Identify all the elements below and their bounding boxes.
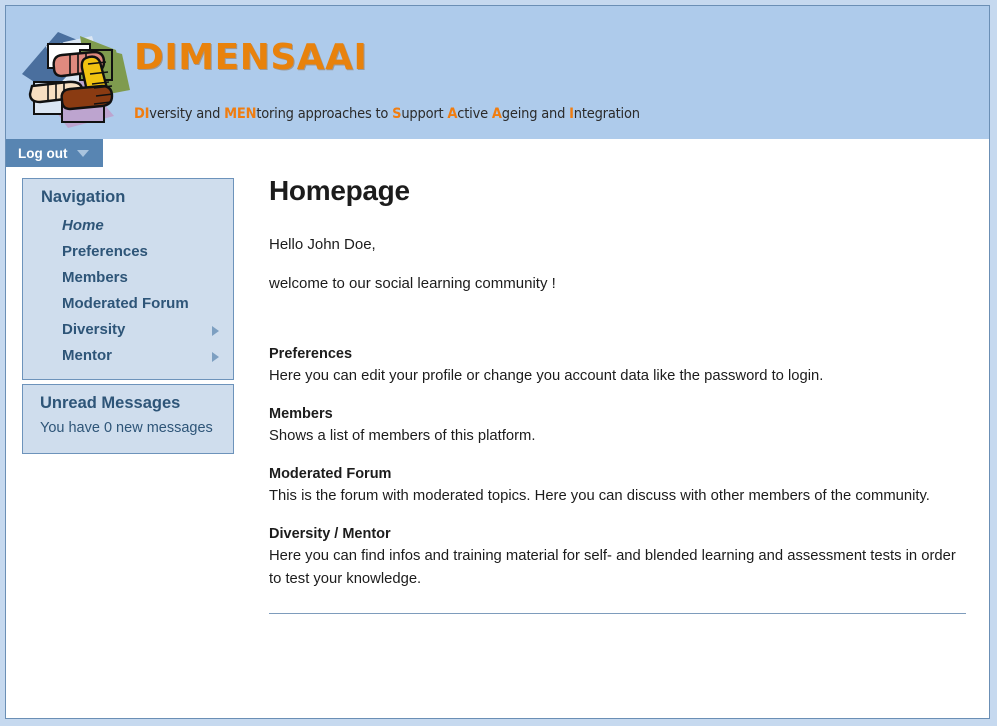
navigation-panel: Navigation Home Preferences Members Moderat…: [22, 178, 234, 380]
sidebar-item-home[interactable]: Home: [23, 213, 233, 239]
page-title: Homepage: [269, 175, 410, 206]
sidebar-item-label: Moderated Forum: [62, 295, 189, 312]
unread-messages-title: Unread Messages: [40, 394, 181, 412]
main-content: Homepage Hello John Doe, welcome to our …: [269, 167, 966, 614]
tagline-text: ntegration: [573, 106, 640, 122]
sidebar-item-label: Diversity: [62, 321, 126, 338]
chevron-right-icon: [212, 352, 219, 362]
tagline-text: upport: [401, 106, 448, 122]
sidebar-item-label: Home: [62, 217, 104, 234]
section-heading: Members: [269, 406, 333, 422]
section-list: Preferences Here you can edit your profil…: [269, 346, 965, 591]
tagline-highlight: S: [392, 106, 402, 122]
brand-block: DIMENSAAI DIversity and MENtoring approa…: [134, 36, 640, 122]
tagline-highlight: MEN: [224, 106, 257, 122]
body-area: Navigation Home Preferences Members Moderat…: [6, 167, 989, 718]
tagline-highlight: DI: [134, 106, 150, 122]
tagline-highlight: A: [491, 106, 502, 122]
content-divider: [269, 613, 966, 614]
content-section: Moderated Forum This is the forum with mo…: [269, 466, 965, 508]
section-body: Here you can edit your profile or change…: [269, 368, 824, 384]
tagline-text: ctive: [457, 106, 492, 122]
section-body: This is the forum with moderated topics.…: [269, 488, 930, 504]
four-hands-logo-icon: [18, 24, 136, 136]
unread-messages-text: You have 0 new messages: [40, 420, 213, 436]
content-section: Diversity / Mentor Here you can find info…: [269, 526, 965, 591]
tagline-highlight: A: [447, 106, 458, 122]
tagline-text: geing and: [501, 106, 570, 122]
brand-tagline: DIversity and MENtoring approaches to Su…: [134, 106, 640, 122]
page-frame: DIMENSAAI DIversity and MENtoring approa…: [5, 5, 990, 719]
section-heading: Diversity / Mentor: [269, 526, 391, 542]
tagline-text: toring: [256, 106, 294, 122]
chevron-down-icon: [77, 149, 90, 157]
sidebar-item-label: Preferences: [62, 243, 148, 260]
section-heading: Moderated Forum: [269, 466, 392, 482]
sidebar: Navigation Home Preferences Members Moderat…: [22, 178, 234, 458]
logout-label: Log out: [18, 145, 68, 161]
tab-bar: Log out: [6, 139, 989, 167]
chevron-right-icon: [212, 326, 219, 336]
content-section: Members Shows a list of members of this p…: [269, 406, 965, 448]
sidebar-item-moderated-forum[interactable]: Moderated Forum: [23, 291, 233, 317]
section-body: Shows a list of members of this platform…: [269, 428, 536, 444]
sidebar-item-members[interactable]: Members: [23, 265, 233, 291]
tagline-text: versity: [149, 106, 193, 122]
site-header: DIMENSAAI DIversity and MENtoring approa…: [6, 6, 989, 139]
section-heading: Preferences: [269, 346, 353, 362]
content-section: Preferences Here you can edit your profil…: [269, 346, 965, 388]
welcome-line: welcome to our social learning community…: [269, 275, 556, 292]
sidebar-item-label: Mentor: [62, 347, 112, 364]
navigation-list: Home Preferences Members Moderated Forum Div…: [23, 213, 233, 379]
navigation-panel-title: Navigation: [41, 188, 126, 206]
sidebar-item-mentor[interactable]: Mentor: [23, 343, 233, 369]
unread-messages-panel: Unread Messages You have 0 new messages: [22, 384, 234, 454]
brand-title: DIMENSAAI: [134, 37, 368, 78]
sidebar-item-diversity[interactable]: Diversity: [23, 317, 233, 343]
tagline-text: approaches to: [293, 106, 393, 122]
sidebar-item-label: Members: [62, 269, 128, 286]
tagline-text: and: [192, 106, 225, 122]
logout-menu-button[interactable]: Log out: [6, 139, 104, 167]
sidebar-item-preferences[interactable]: Preferences: [23, 239, 233, 265]
greeting-line: Hello John Doe,: [269, 236, 376, 253]
section-body: Here you can find infos and training mat…: [269, 548, 956, 587]
